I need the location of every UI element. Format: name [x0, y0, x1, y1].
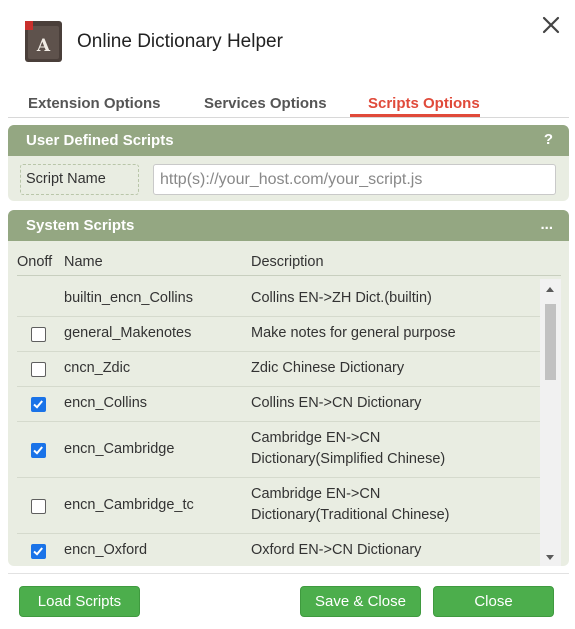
script-description-line1: Cambridge EN->CN [251, 486, 381, 502]
checkmark-icon [33, 400, 43, 409]
script-name: encn_Oxford [64, 542, 148, 558]
checkmark-icon [33, 547, 43, 556]
help-button[interactable]: ? [544, 131, 553, 148]
column-header-name: Name [64, 254, 103, 270]
script-description: Collins EN->ZH Dict.(builtin) [251, 290, 432, 306]
system-scripts-header: System Scripts ... [8, 210, 569, 241]
more-menu-button[interactable]: ... [540, 216, 553, 233]
script-description: Zdic Chinese Dictionary [251, 360, 405, 376]
user-defined-scripts-header: User Defined Scripts ? [8, 125, 569, 156]
script-name: cncn_Zdic [64, 360, 131, 376]
load-scripts-button[interactable]: Load Scripts [19, 586, 140, 617]
checkmark-icon [33, 446, 43, 455]
table-row: cncn_Zdic Zdic Chinese Dictionary [17, 352, 540, 387]
script-description: Make notes for general purpose [251, 325, 456, 341]
svg-text:A: A [36, 36, 51, 56]
close-icon[interactable] [536, 10, 566, 40]
system-scripts-panel: System Scripts ... Onoff Name Descriptio… [8, 210, 569, 566]
script-toggle-checkbox[interactable] [31, 443, 46, 458]
script-toggle-checkbox[interactable] [31, 544, 46, 559]
script-toggle-checkbox[interactable] [31, 362, 46, 377]
tab-extension-options[interactable]: Extension Options [28, 95, 161, 112]
script-toggle-checkbox[interactable] [31, 397, 46, 412]
scroll-down-arrow-icon[interactable] [546, 555, 554, 560]
app-title: Online Dictionary Helper [77, 31, 283, 52]
table-header: Onoff Name Description [17, 254, 561, 276]
script-name: builtin_encn_Collins [64, 290, 193, 306]
tab-scripts-options[interactable]: Scripts Options [368, 95, 480, 112]
script-description: Collins EN->CN Dictionary [251, 395, 422, 411]
table-row: builtin_encn_Collins Collins EN->ZH Dict… [17, 279, 540, 317]
script-name-label: Script Name [20, 164, 139, 195]
table-row: encn_Oxford Oxford EN->CN Dictionary [17, 534, 540, 566]
user-defined-scripts-panel: User Defined Scripts ? Script Name [8, 125, 569, 201]
script-name: encn_Cambridge [64, 441, 175, 457]
panel-title: User Defined Scripts [26, 132, 174, 149]
script-toggle-checkbox[interactable] [31, 499, 46, 514]
save-and-close-button[interactable]: Save & Close [300, 586, 421, 617]
script-url-input[interactable] [153, 164, 556, 195]
close-button[interactable]: Close [433, 586, 554, 617]
dictionary-book-icon: A [25, 21, 62, 62]
scroll-up-arrow-icon[interactable] [546, 287, 554, 292]
table-row: encn_Cambridge Cambridge EN->CN Dictiona… [17, 422, 540, 478]
options-tabs: Extension Options Services Options Scrip… [8, 92, 569, 118]
script-description: Oxford EN->CN Dictionary [251, 542, 422, 558]
column-header-onoff: Onoff [17, 254, 53, 270]
scripts-list: builtin_encn_Collins Collins EN->ZH Dict… [17, 279, 561, 566]
table-row: encn_Cambridge_tc Cambridge EN->CN Dicti… [17, 478, 540, 534]
tab-services-options[interactable]: Services Options [204, 95, 327, 112]
script-description-line2: Dictionary(Simplified Chinese) [251, 451, 446, 467]
column-header-description: Description [251, 254, 324, 270]
script-toggle-checkbox[interactable] [31, 327, 46, 342]
active-tab-indicator [350, 114, 480, 117]
script-description-line1: Cambridge EN->CN [251, 430, 381, 446]
dialog-header: A Online Dictionary Helper [0, 0, 575, 80]
script-name: encn_Cambridge_tc [64, 497, 194, 513]
scrollbar-thumb[interactable] [545, 304, 556, 380]
table-row: general_Makenotes Make notes for general… [17, 317, 540, 352]
scripts-list-scrollbar[interactable] [540, 279, 561, 566]
script-description-line2: Dictionary(Traditional Chinese) [251, 507, 450, 523]
panel-title: System Scripts [26, 217, 135, 234]
script-name: general_Makenotes [64, 325, 192, 341]
script-name: encn_Collins [64, 395, 148, 411]
footer-divider [8, 573, 569, 574]
table-row: encn_Collins Collins EN->CN Dictionary [17, 387, 540, 422]
